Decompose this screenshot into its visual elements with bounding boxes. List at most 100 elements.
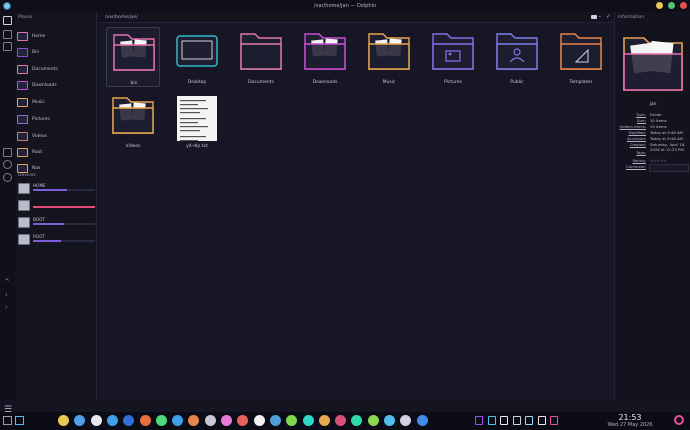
- folder-icon: [112, 97, 154, 134]
- info-value: Today at 9:46 AM: [650, 130, 683, 135]
- folder-icon: [113, 34, 155, 71]
- window-titlebar[interactable]: /var/home/jan — Dolphin: [0, 0, 690, 12]
- chevron-left-icon[interactable]: ‹: [5, 291, 8, 299]
- close-button[interactable]: [680, 2, 687, 9]
- place-videos[interactable]: Videos: [17, 129, 95, 144]
- file-item-bin[interactable]: bin: [106, 27, 160, 87]
- task-manager-icon[interactable]: [15, 416, 24, 425]
- info-key: Created:: [629, 142, 646, 147]
- info-value[interactable]: ☆☆☆☆☆: [650, 158, 690, 163]
- file-item-pictures[interactable]: Pictures: [426, 27, 480, 87]
- device-home[interactable]: HOME: [17, 182, 95, 196]
- app-launcher-icon[interactable]: [3, 416, 12, 425]
- usage-bar: [33, 223, 95, 225]
- minimize-button[interactable]: [656, 2, 663, 9]
- taskbar-app-icon[interactable]: [302, 415, 314, 426]
- info-value: Saturday, April 18, 2026 at 12:23 PM: [650, 142, 686, 152]
- place-bin[interactable]: Bin: [17, 45, 95, 60]
- file-label: Public: [510, 80, 524, 85]
- info-value: Today at 9:46 AM: [650, 136, 683, 141]
- taskbar-app-icon[interactable]: [221, 415, 232, 426]
- taskbar-app-icon[interactable]: [139, 415, 151, 426]
- location-bar[interactable]: /var/home/jan/ ⌄ ✓: [98, 12, 614, 23]
- place-label: Home: [32, 34, 46, 39]
- taskbar-app-icon[interactable]: [123, 415, 135, 426]
- chevron-up-icon[interactable]: ^: [4, 278, 10, 286]
- system-tray-icon[interactable]: [512, 416, 521, 425]
- file-item-desktop[interactable]: Desktop: [170, 27, 224, 87]
- tag-icon[interactable]: [591, 15, 597, 19]
- taskbar-app-icon[interactable]: [237, 415, 249, 426]
- taskbar-app-icon[interactable]: [416, 415, 428, 426]
- taskbar: ☰ 21:53 Wed 27 May 2026: [0, 405, 690, 430]
- settings-icon[interactable]: [3, 173, 12, 182]
- dolphin-app-icon[interactable]: [3, 2, 11, 10]
- place-label: Downloads: [32, 83, 57, 88]
- place-documents[interactable]: Documents: [17, 62, 95, 77]
- place-label: Music: [32, 100, 45, 105]
- system-tray-icon[interactable]: [487, 416, 496, 425]
- place-root[interactable]: Root: [17, 145, 95, 160]
- calendar-icon[interactable]: [3, 148, 12, 157]
- device-root[interactable]: ROOT: [17, 233, 95, 247]
- taskbar-app-icon[interactable]: [367, 415, 379, 426]
- taskbar-app-icon[interactable]: [384, 415, 395, 426]
- maximize-button[interactable]: [668, 2, 675, 9]
- apps-icon[interactable]: [3, 30, 12, 39]
- system-tray-icon[interactable]: [550, 416, 558, 425]
- device-label: ROOT: [33, 234, 46, 239]
- taskbar-app-icon[interactable]: [286, 415, 298, 426]
- device-drive[interactable]: [17, 199, 95, 213]
- taskbar-app-icon[interactable]: [253, 415, 265, 426]
- window-title: /var/home/jan — Dolphin: [313, 3, 377, 9]
- file-item-videos[interactable]: Videos: [106, 91, 160, 151]
- file-item-public[interactable]: Public: [490, 27, 544, 87]
- place-music[interactable]: Music: [17, 95, 95, 110]
- system-tray-icon[interactable]: [500, 416, 508, 425]
- place-home[interactable]: Home: [17, 29, 95, 44]
- checkmark-icon[interactable]: ✓: [606, 13, 611, 20]
- taskbar-app-icon[interactable]: [188, 415, 200, 426]
- system-tray-icon[interactable]: [525, 416, 533, 425]
- taskbar-app-icon[interactable]: [204, 415, 216, 426]
- hamburger-menu-icon[interactable]: ☰: [4, 405, 12, 415]
- system-tray-icon[interactable]: [537, 416, 546, 425]
- taskbar-app-icon[interactable]: [269, 415, 281, 426]
- taskbar-app-icon[interactable]: [106, 415, 118, 426]
- file-item-templates[interactable]: Templates: [554, 27, 608, 87]
- file-item-y4-dlp-txt[interactable]: y4-dlp.txt: [170, 91, 224, 151]
- taskbar-app-icon[interactable]: [74, 415, 86, 426]
- taskbar-app-icon[interactable]: [335, 415, 347, 426]
- comment-field[interactable]: [649, 164, 689, 172]
- folder-icon: [17, 98, 28, 107]
- taskbar-app-icon[interactable]: [400, 415, 412, 426]
- taskbar-app-icon[interactable]: [172, 415, 184, 426]
- chevron-down-icon[interactable]: ⌄: [598, 13, 602, 19]
- system-tray-icon[interactable]: [475, 416, 483, 425]
- file-item-downloads[interactable]: Downloads: [298, 27, 352, 87]
- file-item-documents[interactable]: Documents: [234, 27, 288, 87]
- clock[interactable]: 21:53 Wed 27 May 2026: [600, 413, 660, 428]
- screens-icon[interactable]: [3, 42, 12, 51]
- chevron-right-icon[interactable]: ›: [5, 303, 8, 311]
- place-pictures[interactable]: Pictures: [17, 112, 95, 127]
- file-view[interactable]: bin Desktop Documents Downloads Music Picture…: [98, 23, 614, 400]
- grid-view-icon[interactable]: [3, 16, 12, 25]
- taskbar-app-icon[interactable]: [58, 415, 69, 426]
- power-icon[interactable]: [674, 415, 684, 425]
- hard-drive-icon: [18, 234, 30, 245]
- usage-bar: [33, 189, 95, 191]
- file-label: Pictures: [444, 80, 462, 85]
- device-boot[interactable]: BOOT: [17, 216, 95, 230]
- file-item-music[interactable]: Music: [362, 27, 416, 87]
- folder-icon: [17, 65, 28, 74]
- taskbar-app-icon[interactable]: [318, 415, 330, 426]
- clock-date: Wed 27 May 2026: [607, 422, 653, 428]
- taskbar-app-icon[interactable]: [155, 415, 167, 426]
- folder-icon: [17, 32, 28, 41]
- place-downloads[interactable]: Downloads: [17, 78, 95, 93]
- globe-icon[interactable]: [3, 160, 12, 169]
- taskbar-app-icon[interactable]: [90, 415, 102, 426]
- taskbar-app-icon[interactable]: [351, 415, 363, 426]
- current-path[interactable]: /var/home/jan/: [105, 15, 138, 20]
